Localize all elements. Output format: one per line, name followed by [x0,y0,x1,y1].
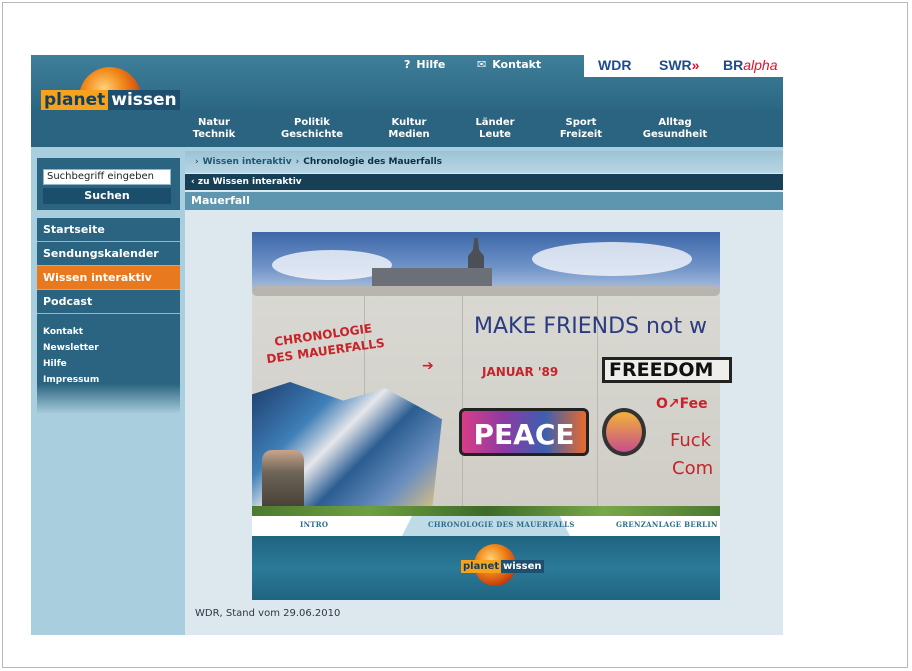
help-link[interactable]: ? Hilfe [404,58,445,71]
graffiti-com: Com [672,458,714,479]
sidebar-fade [37,384,180,414]
site-header: ? Hilfe ✉ Kontakt WDR SWR» BRalpha planet w… [31,55,783,147]
graffiti-date: JANUAR '89 [482,365,559,379]
tab-grenzanlage-berlin[interactable]: GRENZANLAGE BERLIN [616,520,718,529]
chevron-right-icon: › [295,157,300,167]
page: ? Hilfe ✉ Kontakt WDR SWR» BRalpha planet w… [31,55,783,635]
footer-stand: WDR, Stand vom 29.06.2010 [195,608,341,619]
menu-item-startseite[interactable]: Startseite [37,218,180,242]
nav-sport-freizeit[interactable]: Sport Freizeit [541,117,621,141]
graffiti-freedom: FREEDOM [602,357,732,383]
chevron-left-icon: ‹ [191,177,198,187]
nav-line: Alltag [658,117,692,128]
interactive-chronology-flash[interactable]: CHRONOLOGIE DES MAUERFALLS ➔ JANUAR '89 … [252,232,732,600]
menu-item-sendungskalender[interactable]: Sendungskalender [37,242,180,266]
nav-line: Natur [198,117,230,128]
nav-line: Medien [388,129,430,140]
graffiti-fuck: Fuck [670,430,712,451]
nav-line: Geschichte [280,129,344,140]
logo-part-planet: planet [41,90,109,110]
search-input[interactable] [43,168,171,185]
nav-line: Sport [565,117,597,128]
search-box: Suchen [37,158,180,210]
graffiti-make-friends: MAKE FRIENDS not w [474,314,708,339]
nav-line: Freizeit [559,129,603,140]
flash-footer: planet wissen [252,536,720,600]
nav-line: Leute [479,129,511,140]
graffiti-fee: O↗Fee [656,396,708,412]
logo-part-planet: planet [461,560,502,573]
browser-viewport: ? Hilfe ✉ Kontakt WDR SWR» BRalpha planet w… [2,2,908,668]
tab-intro[interactable]: INTRO [300,520,328,529]
flash-logo: planet wissen [461,560,544,573]
nav-line: Gesundheit [642,129,708,140]
nav-line: Länder [475,117,515,128]
sidebar: Suchen Startseite Sendungskalender Wisse… [37,158,180,414]
nav-alltag-gesundheit[interactable]: Alltag Gesundheit [635,117,715,141]
breadcrumb-parent[interactable]: Wissen interaktiv [203,157,292,167]
search-button[interactable]: Suchen [43,187,171,204]
contact-label: Kontakt [492,58,542,71]
br-alpha-logo[interactable]: BRalpha [723,57,778,73]
chevron-right-icon: › [195,157,199,167]
back-link-label: zu Wissen interaktiv [197,177,302,187]
graffiti-arrow-icon: ➔ [422,358,434,374]
nav-line: Politik [294,117,330,128]
menu-item-wissen-interaktiv[interactable]: Wissen interaktiv [37,266,180,290]
breadcrumb: › Wissen interaktiv › Chronologie des Mauer… [185,151,783,173]
sidebar-menu: Startseite Sendungskalender Wissen inter… [37,218,180,414]
nav-laender-leute[interactable]: Länder Leute [455,117,535,141]
tab-chronologie[interactable]: CHRONOLOGIE DES MAUERFALLS [428,520,575,529]
help-label: Hilfe [416,58,446,71]
logo-part-wissen: wissen [108,90,180,110]
nav-natur-technik[interactable]: Natur Technik [174,117,254,141]
flash-tabs: INTRO CHRONOLOGIE DES MAUERFALLS GRENZAN… [252,516,720,536]
alpha-label: alpha [743,57,778,73]
swr-logo[interactable]: SWR» [659,57,699,73]
contact-link[interactable]: ✉ Kontakt [477,58,541,71]
submenu-newsletter[interactable]: Newsletter [43,340,174,356]
swr-label: SWR [659,57,692,73]
peace-sign-icon [602,408,646,456]
utility-bar: ? Hilfe ✉ Kontakt WDR SWR» BRalpha [31,55,783,77]
partner-logos: WDR SWR» BRalpha [584,55,783,77]
nav-politik-geschichte[interactable]: Politik Geschichte [272,117,352,141]
wall-cap [252,286,720,296]
submenu-hilfe[interactable]: Hilfe [43,356,174,372]
wall-seam [462,296,463,506]
back-link[interactable]: ‹ zu Wissen interaktiv [185,174,783,190]
br-label: BR [723,57,744,73]
graffiti-peace: PEACE [459,408,589,456]
swr-arrows-icon: » [691,57,700,73]
page-title: Mauerfall [185,192,783,210]
sidebar-submenu: Kontakt Newsletter Hilfe Impressum [37,314,180,385]
submenu-kontakt[interactable]: Kontakt [43,324,174,340]
question-icon: ? [404,58,411,71]
main-navigation: Natur Technik Politik Geschichte Kultur Med… [31,110,783,147]
logo-part-wissen: wissen [501,560,544,573]
site-logo[interactable]: planet wissen [41,90,180,110]
nav-line: Kultur [391,117,427,128]
wdr-logo[interactable]: WDR [598,57,631,73]
nav-kultur-medien[interactable]: Kultur Medien [369,117,449,141]
menu-item-podcast[interactable]: Podcast [37,290,180,314]
cloud [532,242,692,276]
grass-strip [252,506,720,516]
breadcrumb-current: Chronologie des Mauerfalls [303,157,443,167]
nav-line: Technik [192,129,236,140]
envelope-icon: ✉ [477,58,487,71]
graffiti-artist-image [262,450,304,506]
